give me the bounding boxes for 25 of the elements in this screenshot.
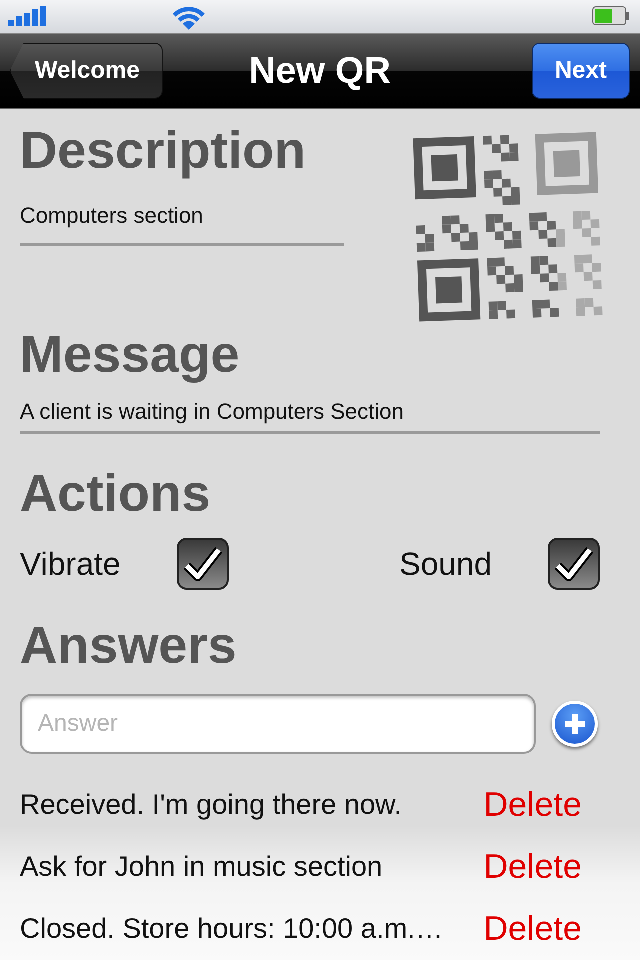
wifi-icon	[172, 6, 206, 30]
checkbox[interactable]	[176, 538, 229, 590]
answer-text: Received. I'm going there now.	[20, 789, 402, 821]
battery-icon	[592, 6, 630, 26]
answer-text: Ask for John in music section	[20, 851, 383, 883]
add-button[interactable]	[552, 701, 598, 747]
back-button[interactable]: Welcome	[10, 42, 163, 99]
answer-text: Closed. Store hours: 10:00 a.m.…	[20, 913, 444, 945]
screen-title: New QR	[249, 50, 391, 92]
section-heading: Answers	[20, 616, 238, 676]
description-field[interactable]: Computers section	[20, 195, 344, 246]
message-field[interactable]: A client is waiting in Computers Section	[20, 391, 600, 434]
answer-field[interactable]: Answer	[20, 694, 536, 754]
delete-button[interactable]: Delete	[484, 786, 582, 824]
checkbox[interactable]	[548, 538, 600, 590]
next-button[interactable]: Next	[532, 42, 630, 99]
delete-button[interactable]: Delete	[484, 848, 582, 886]
section-heading: Actions	[20, 464, 212, 524]
delete-button[interactable]: Delete	[484, 910, 582, 948]
section-heading: Description	[20, 121, 308, 181]
option-label: Sound	[399, 546, 492, 582]
signal-icon	[8, 6, 48, 26]
plus-icon	[562, 711, 588, 737]
option-label: Vibrate	[20, 546, 121, 582]
section-heading: Message	[20, 325, 241, 385]
